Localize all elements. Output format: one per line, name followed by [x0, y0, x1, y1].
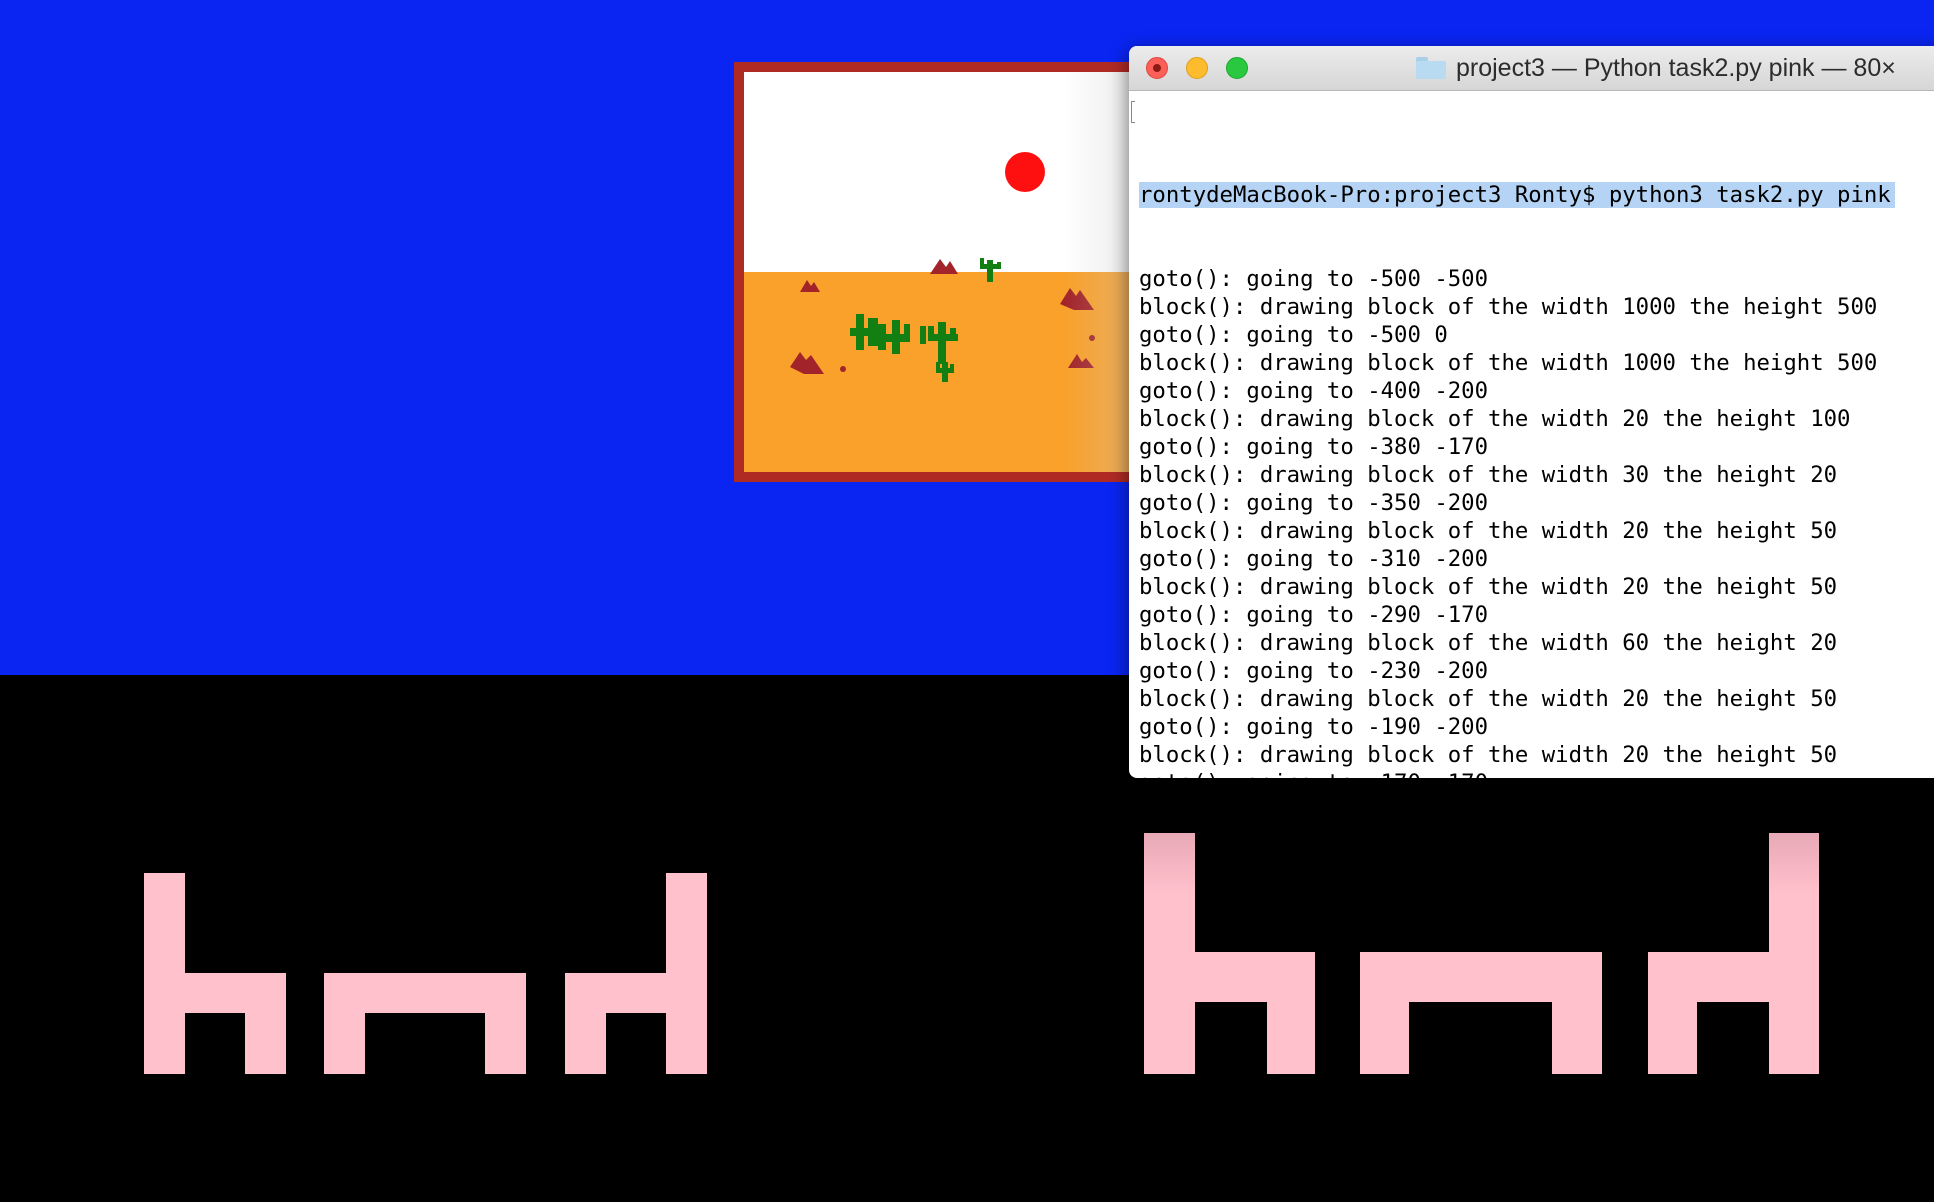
- pink-block: [324, 973, 365, 1074]
- sun: [1005, 152, 1045, 192]
- desert-picture-window[interactable]: [734, 62, 1144, 482]
- minimize-button[interactable]: [1186, 57, 1208, 79]
- pink-block: [1144, 833, 1195, 1074]
- turtle-canvas: project3 — Python task2.py pink — 80× ro…: [0, 0, 1934, 1202]
- terminal-output-line: block(): drawing block of the width 20 t…: [1139, 574, 1838, 600]
- cactus: [904, 324, 910, 342]
- terminal-output-line: goto(): going to -290 -170: [1139, 602, 1489, 628]
- terminal-output-line: goto(): going to -230 -200: [1139, 658, 1489, 684]
- terminal-output-line: block(): drawing block of the width 1000…: [1139, 350, 1878, 376]
- window-title: project3 — Python task2.py pink — 80×: [1416, 52, 1896, 84]
- pink-block: [565, 973, 606, 1074]
- terminal-output-line: goto(): going to -310 -200: [1139, 546, 1489, 572]
- terminal-output-line: goto(): going to -380 -170: [1139, 434, 1489, 460]
- cactus: [938, 322, 946, 364]
- cactus: [950, 364, 954, 372]
- terminal-output[interactable]: rontydeMacBook-Pro:project3 Ronty$ pytho…: [1129, 91, 1934, 778]
- pink-block: [245, 973, 286, 1074]
- folder-icon: [1416, 57, 1446, 79]
- cactus: [987, 260, 993, 282]
- pink-block: [1360, 952, 1409, 1074]
- pink-block: [1552, 952, 1602, 1074]
- window-title-text: project3 — Python task2.py pink — 80×: [1456, 53, 1896, 82]
- terminal-output-line: block(): drawing block of the width 20 t…: [1139, 406, 1851, 432]
- pink-block: [365, 973, 485, 1013]
- selection-bracket: [1131, 101, 1135, 123]
- picture-edge-shade: [1064, 72, 1134, 472]
- cactus: [878, 324, 886, 350]
- pink-block: [185, 973, 245, 1013]
- pink-block: [144, 873, 185, 1074]
- terminal-output-line: block(): drawing block of the width 20 t…: [1139, 686, 1838, 712]
- terminal-output-line: goto(): going to -500 -500: [1139, 266, 1489, 292]
- output-lines: goto(): going to -500 -500 block(): drawi…: [1139, 265, 1934, 778]
- terminal-output-line: goto(): going to -170 -170: [1139, 769, 1934, 778]
- cactus: [950, 328, 956, 340]
- terminal-titlebar[interactable]: project3 — Python task2.py pink — 80×: [1129, 46, 1934, 91]
- terminal-output-line: goto(): going to -500 0: [1139, 322, 1448, 348]
- terminal-output-line: goto(): going to -350 -200: [1139, 490, 1489, 516]
- pink-block: [485, 973, 526, 1074]
- close-icon: [1153, 64, 1161, 72]
- terminal-output-line: goto(): going to -400 -200: [1139, 378, 1489, 404]
- rock: [840, 366, 846, 372]
- pink-block: [1697, 952, 1769, 1002]
- cactus: [892, 320, 900, 354]
- terminal-output-line: block(): drawing block of the width 60 t…: [1139, 630, 1838, 656]
- maximize-button[interactable]: [1226, 57, 1248, 79]
- prompt-line: rontydeMacBook-Pro:project3 Ronty$ pytho…: [1139, 181, 1934, 209]
- pink-block: [1267, 952, 1315, 1074]
- cactus: [868, 318, 878, 346]
- cactus: [980, 258, 984, 266]
- close-button[interactable]: [1146, 57, 1168, 79]
- terminal-window[interactable]: project3 — Python task2.py pink — 80× ro…: [1129, 46, 1934, 778]
- terminal-output-line: goto(): going to -190 -200: [1139, 714, 1489, 740]
- pink-block: [606, 973, 666, 1013]
- terminal-output-line: block(): drawing block of the width 30 t…: [1139, 462, 1838, 488]
- pink-block: [1648, 952, 1697, 1074]
- cactus: [928, 326, 934, 338]
- terminal-output-line: block(): drawing block of the width 20 t…: [1139, 518, 1838, 544]
- cactus: [936, 362, 940, 370]
- cactus: [920, 326, 926, 344]
- terminal-output-line: block(): drawing block of the width 20 t…: [1139, 742, 1838, 768]
- pink-block: [1195, 952, 1267, 1002]
- pink-block: [666, 873, 707, 1074]
- cactus: [997, 262, 1001, 269]
- terminal-output-line: block(): drawing block of the width 1000…: [1139, 294, 1878, 320]
- pink-block: [1769, 833, 1819, 1074]
- pink-block: [1409, 952, 1552, 1002]
